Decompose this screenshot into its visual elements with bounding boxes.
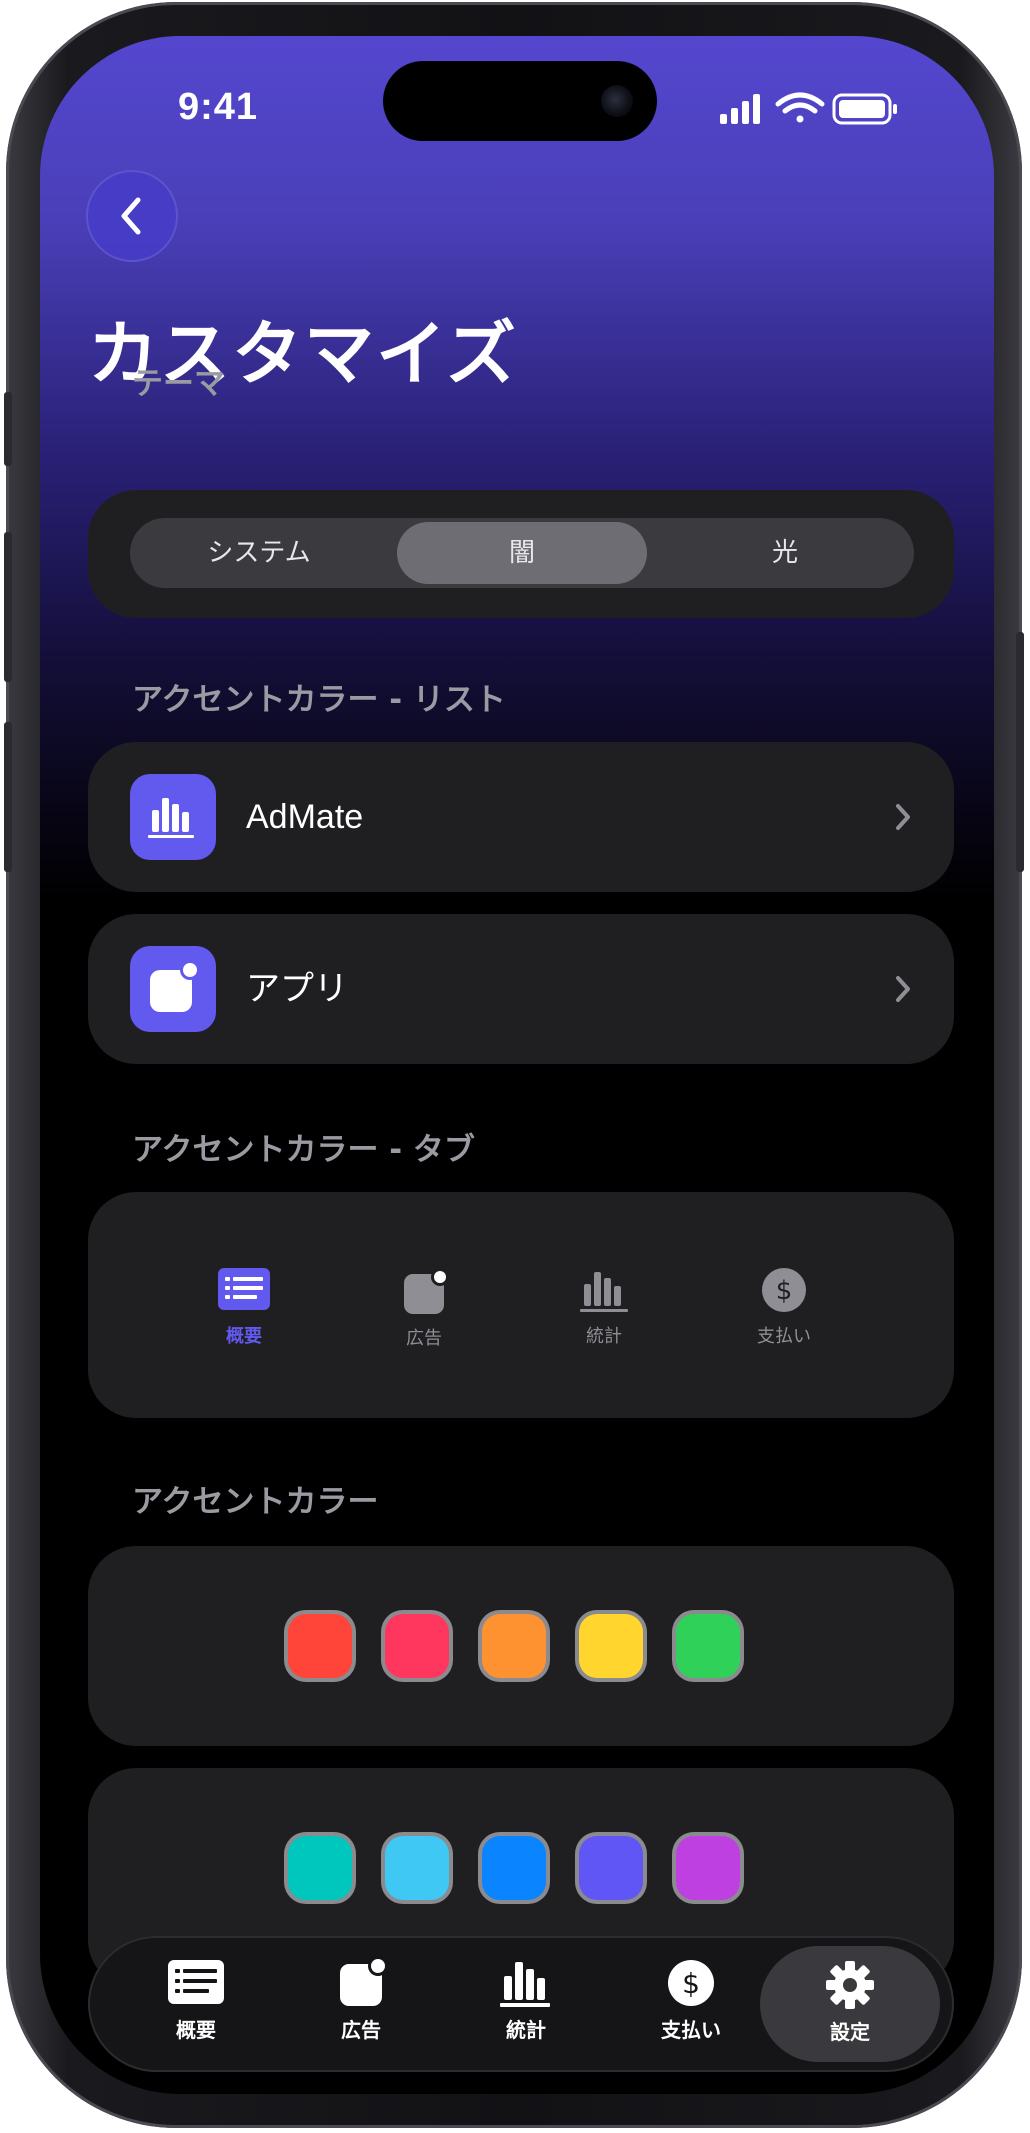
color-swatch[interactable] (579, 1836, 643, 1900)
list-item-label: アプリ (246, 970, 348, 1008)
svg-text:$: $ (776, 1276, 793, 1306)
theme-option-dark[interactable]: 闇 (397, 522, 647, 584)
tab-label: 支払い (661, 2018, 721, 2042)
list-icon (168, 1960, 224, 2004)
wifi-icon (775, 92, 825, 123)
theme-card: システム 闇 光 (88, 490, 954, 618)
tab-label: 統計 (506, 2018, 546, 2042)
list-item-app[interactable]: アプリ (88, 914, 954, 1064)
phone-frame: 9:41 カスタマイズ テーマ システム 闇 光 アクセントカラー - リスト … (4, 2, 1024, 2128)
theme-segmented-control: システム 闇 光 (130, 518, 914, 588)
color-swatch[interactable] (385, 1836, 449, 1900)
color-swatch[interactable] (385, 1614, 449, 1678)
screen: 9:41 カスタマイズ テーマ システム 闇 光 アクセントカラー - リスト … (40, 36, 994, 2094)
accent-tab-label-text: 広告 (406, 1328, 442, 1349)
camera-icon (601, 85, 633, 117)
tab-ads[interactable]: 広告 (291, 1936, 431, 2072)
tab-label: 概要 (176, 2018, 216, 2042)
accent-tab-item-ads[interactable]: 広告 (364, 1268, 484, 1350)
bar-chart-icon (148, 798, 194, 838)
app-icon (130, 946, 216, 1032)
color-swatch[interactable] (482, 1836, 546, 1900)
dollar-icon: $ (668, 1960, 714, 2006)
list-item-label: AdMate (246, 798, 364, 836)
battery-icon (832, 93, 897, 125)
accent-tab-label: アクセントカラー - タブ (132, 1132, 475, 1168)
tab-label: 広告 (341, 2018, 381, 2042)
color-swatch[interactable] (676, 1614, 740, 1678)
power-button (1016, 632, 1024, 872)
color-swatch[interactable] (482, 1614, 546, 1678)
volume-up-button (4, 532, 12, 682)
accent-tab-label-text: 支払い (757, 1326, 811, 1347)
accent-tab-label-text: 統計 (586, 1326, 622, 1347)
back-button[interactable] (86, 170, 178, 262)
signal-icon (720, 94, 760, 124)
tab-label: 設定 (830, 2020, 870, 2044)
accent-tab-item-payments[interactable]: $ 支払い (724, 1266, 844, 1348)
app-badge-icon (150, 960, 200, 1012)
accent-tab-label-text: 概要 (226, 1326, 262, 1347)
accent-color-label: アクセントカラー (132, 1484, 379, 1520)
accent-list-label: アクセントカラー - リスト (132, 682, 506, 718)
accent-tab-item-overview[interactable]: 概要 (184, 1266, 304, 1348)
tab-settings[interactable]: 設定 (760, 1946, 940, 2062)
list-icon (218, 1268, 270, 1310)
accent-tab-card: 概要 広告 統計 $ 支払い (88, 1192, 954, 1418)
tab-bar: 概要 広告 統計 $ 支払い 設定 (88, 1936, 954, 2072)
volume-down-button (4, 722, 12, 872)
admate-app-icon (130, 774, 216, 860)
tab-payments[interactable]: $ 支払い (621, 1936, 761, 2072)
theme-option-system[interactable]: システム (134, 522, 384, 584)
color-swatch[interactable] (288, 1836, 352, 1900)
chevron-right-icon (896, 976, 910, 1002)
bar-chart-icon (500, 1962, 550, 2007)
theme-label: テーマ (132, 366, 225, 402)
chevron-left-icon (121, 197, 141, 235)
color-swatch[interactable] (579, 1614, 643, 1678)
svg-text:$: $ (682, 1967, 700, 2000)
accent-color-card-1 (88, 1546, 954, 1746)
chevron-right-icon (896, 804, 910, 830)
list-item-admate[interactable]: AdMate (88, 742, 954, 892)
app-badge-icon (404, 1268, 449, 1314)
action-button (4, 392, 12, 466)
tab-stats[interactable]: 統計 (456, 1936, 596, 2072)
dynamic-island (383, 61, 657, 141)
bar-chart-icon (580, 1272, 628, 1312)
color-swatch[interactable] (288, 1614, 352, 1678)
gear-icon (826, 1961, 874, 2009)
tab-overview[interactable]: 概要 (126, 1936, 266, 2072)
status-time: 9:41 (178, 86, 259, 128)
color-swatch[interactable] (676, 1836, 740, 1900)
theme-option-light[interactable]: 光 (660, 522, 910, 584)
status-icons (720, 92, 897, 125)
accent-tab-item-stats[interactable]: 統計 (544, 1266, 664, 1348)
dollar-icon: $ (762, 1268, 806, 1312)
app-badge-icon (340, 1958, 388, 2006)
